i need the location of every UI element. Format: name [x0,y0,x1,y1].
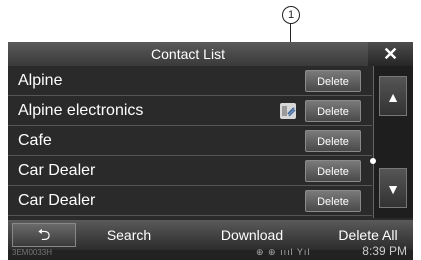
search-button[interactable]: Search [90,220,168,250]
list-item[interactable]: Car Dealer Delete [8,156,372,186]
list-item[interactable]: Cafe Delete [8,126,372,156]
list-item[interactable]: Car Dealer Delete [8,186,372,216]
contact-list-screen: Contact List ✕ Alpine Delete Alpine elec… [8,42,413,260]
back-arrow-icon: ⮌ [37,227,51,244]
delete-button[interactable]: Delete [305,100,361,122]
connectivity-icons: ⊕ ⊕ ıııl Yıl [256,247,311,257]
list-item[interactable]: Alpine electronics Delete [8,96,372,126]
callout-number: 1 [282,6,300,24]
bottom-toolbar: ⮌ Search Download Delete All [8,220,413,250]
contact-name: Alpine [18,72,63,89]
scroll-top-icon: ▲ [386,89,400,105]
list-item[interactable]: Alpine Delete [8,66,372,96]
close-button[interactable]: ✕ [368,42,413,66]
delete-button[interactable]: Delete [305,70,361,92]
scrollbar[interactable]: ▲ ▼ [370,66,413,218]
delete-button[interactable]: Delete [305,130,361,152]
phone-link-icon [280,103,296,119]
scroll-up-button[interactable]: ▲ [379,76,407,116]
clock: 8:39 PM [362,244,407,258]
contact-list: Alpine Delete Alpine electronics Delete … [8,66,372,218]
download-button[interactable]: Download [204,220,300,250]
scroll-bottom-icon: ▼ [386,181,400,197]
page-title: Contact List [151,46,225,62]
status-bar: 3EM0033H ⊕ ⊕ ıııl Yıl 8:39 PM [8,244,413,260]
image-code: 3EM0033H [12,248,53,257]
scroll-position-indicator[interactable] [370,158,376,164]
delete-button[interactable]: Delete [305,160,361,182]
delete-button[interactable]: Delete [305,190,361,212]
contact-name: Alpine electronics [18,102,144,119]
scroll-track [373,66,374,218]
title-bar: Contact List ✕ [8,42,413,66]
scroll-down-button[interactable]: ▼ [379,168,407,208]
back-button[interactable]: ⮌ [12,223,76,247]
contact-name: Cafe [18,132,52,149]
contact-name: Car Dealer [18,192,96,209]
contact-name: Car Dealer [18,162,96,179]
